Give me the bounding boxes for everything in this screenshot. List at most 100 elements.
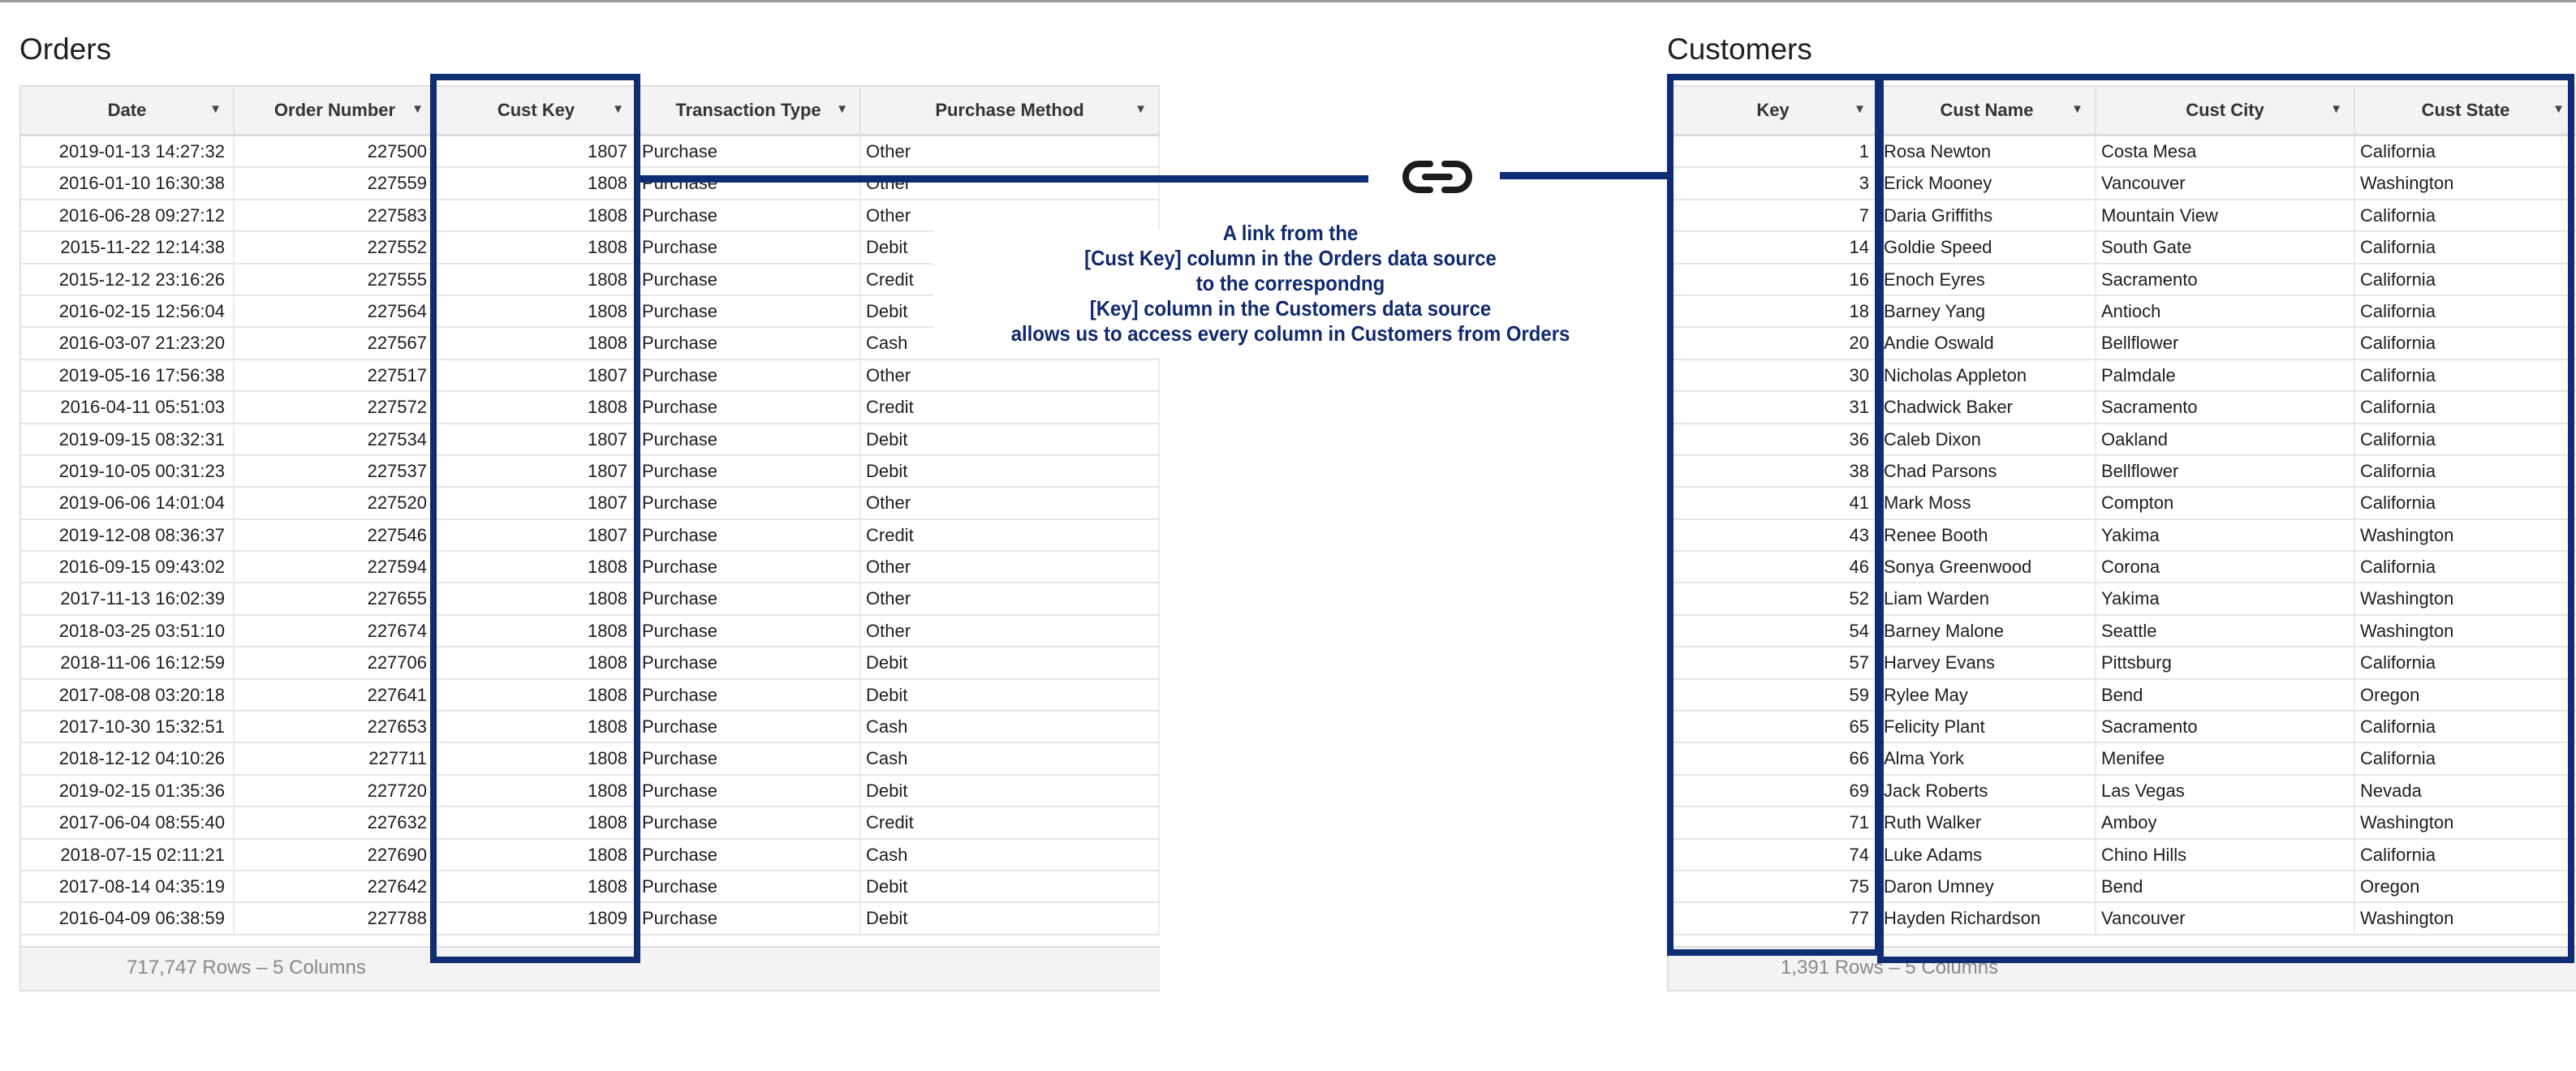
table-row[interactable]: 2019-09-15 08:32:31 227534 1807 Purchase Deb… bbox=[21, 424, 1160, 456]
orders-cell: Debit bbox=[861, 424, 1160, 454]
orders-cell: Purchase bbox=[637, 455, 861, 487]
orders-cell: 2019-12-08 08:36:37 bbox=[21, 519, 235, 551]
table-row[interactable]: 2016-04-11 05:51:03 227572 1808 Purchase Cre… bbox=[21, 392, 1160, 424]
table-row[interactable]: 2016-09-15 09:43:02 227594 1808 Purchase Oth… bbox=[21, 552, 1160, 584]
orders-cell: Purchase bbox=[637, 168, 861, 199]
table-row[interactable]: 52 Liam Warden Yakima Washington bbox=[1669, 583, 2576, 616]
orders-column-header[interactable]: Transaction Type ▼ bbox=[637, 87, 861, 134]
table-row[interactable]: 2017-08-14 04:35:19 227642 1808 Purchase Deb… bbox=[21, 871, 1160, 904]
orders-cell: 1808 bbox=[437, 392, 637, 423]
table-row[interactable]: 71 Ruth Walker Amboy Washington bbox=[1669, 807, 2576, 840]
table-row[interactable]: 41 Mark Moss Compton California bbox=[1669, 488, 2576, 520]
orders-cell: 1807 bbox=[437, 359, 637, 391]
table-row[interactable]: 3 Erick Mooney Vancouver Washington bbox=[1669, 168, 2576, 200]
orders-column-header[interactable]: Cust Key ▼ bbox=[437, 87, 637, 134]
orders-cell: 2017-08-14 04:35:19 bbox=[21, 871, 235, 902]
table-row[interactable]: 2019-01-13 14:27:32 227500 1807 Purchase Oth… bbox=[21, 136, 1160, 169]
orders-cell: 227546 bbox=[235, 519, 437, 551]
table-row[interactable]: 69 Jack Roberts Las Vegas Nevada bbox=[1669, 775, 2576, 808]
table-row[interactable]: 2019-06-06 14:01:04 227520 1807 Purchase Oth… bbox=[21, 488, 1160, 520]
orders-cell: 227572 bbox=[235, 392, 437, 423]
table-row[interactable]: 77 Hayden Richardson Vancouver Washington bbox=[1669, 903, 2576, 936]
customers-cell: 71 bbox=[1669, 807, 1879, 838]
orders-cell: 1809 bbox=[437, 903, 637, 934]
table-row[interactable]: 66 Alma York Menifee California bbox=[1669, 743, 2576, 776]
table-row[interactable]: 36 Caleb Dixon Oakland California bbox=[1669, 424, 2576, 456]
table-row[interactable]: 2019-12-08 08:36:37 227546 1807 Purchase Cre… bbox=[21, 519, 1160, 553]
table-row[interactable]: 65 Felicity Plant Sacramento California bbox=[1669, 712, 2576, 744]
table-row[interactable]: 46 Sonya Greenwood Corona California bbox=[1669, 552, 2576, 584]
sort-dropdown-icon[interactable]: ▼ bbox=[836, 102, 848, 116]
customers-cell: Vancouver bbox=[2096, 903, 2355, 934]
table-row[interactable]: 31 Chadwick Baker Sacramento California bbox=[1669, 392, 2576, 424]
table-row[interactable]: 2017-06-04 08:55:40 227632 1808 Purchase Cre… bbox=[21, 807, 1160, 840]
orders-cell: Purchase bbox=[637, 519, 861, 551]
table-row[interactable]: 2019-02-15 01:35:36 227720 1808 Purchase Deb… bbox=[21, 775, 1160, 808]
table-row[interactable]: 2017-10-30 15:32:51 227653 1808 Purchase Cas… bbox=[21, 712, 1160, 744]
orders-column-header[interactable]: Date ▼ bbox=[21, 87, 235, 134]
table-row[interactable]: 2018-07-15 02:11:21 227690 1808 Purchase Cas… bbox=[21, 839, 1160, 871]
sort-dropdown-icon[interactable]: ▼ bbox=[2552, 102, 2565, 116]
table-row[interactable]: 18 Barney Yang Antioch California bbox=[1669, 295, 2576, 329]
table-row[interactable]: 2018-03-25 03:51:10 227674 1808 Purchase Oth… bbox=[21, 615, 1160, 648]
table-row[interactable]: 57 Harvey Evans Pittsburg California bbox=[1669, 647, 2576, 680]
orders-cell: 227674 bbox=[235, 615, 437, 647]
customers-column-header[interactable]: Cust Name ▼ bbox=[1879, 87, 2096, 134]
table-row[interactable]: 38 Chad Parsons Bellflower California bbox=[1669, 455, 2576, 488]
orders-cell: 1808 bbox=[437, 712, 637, 742]
table-row[interactable]: 74 Luke Adams Chino Hills California bbox=[1669, 839, 2576, 871]
sort-dropdown-icon[interactable]: ▼ bbox=[1135, 102, 1147, 116]
customers-cell: Menifee bbox=[2096, 743, 2355, 774]
orders-cell: 227583 bbox=[235, 200, 437, 231]
orders-cell: 1808 bbox=[437, 839, 637, 870]
table-row[interactable]: 30 Nicholas Appleton Palmdale California bbox=[1669, 359, 2576, 393]
table-row[interactable]: 54 Barney Malone Seattle Washington bbox=[1669, 615, 2576, 648]
customers-body[interactable]: 1 Rosa Newton Costa Mesa California 3 Erick M… bbox=[1669, 136, 2576, 948]
orders-cell: Purchase bbox=[637, 200, 861, 231]
table-row[interactable]: 16 Enoch Eyres Sacramento California bbox=[1669, 264, 2576, 296]
table-row[interactable]: 2019-05-16 17:56:38 227517 1807 Purchase Oth… bbox=[21, 359, 1160, 393]
table-row[interactable]: 2016-04-09 06:38:59 227788 1809 Purchase Deb… bbox=[21, 903, 1160, 936]
customers-cell: 31 bbox=[1669, 392, 1879, 423]
table-row[interactable]: 20 Andie Oswald Bellflower California bbox=[1669, 328, 2576, 360]
table-row[interactable]: 1 Rosa Newton Costa Mesa California bbox=[1669, 136, 2576, 169]
customers-cell: 14 bbox=[1669, 232, 1879, 263]
customers-cell: Washington bbox=[2355, 520, 2576, 550]
sort-dropdown-icon[interactable]: ▼ bbox=[612, 102, 624, 116]
table-row[interactable]: 2016-01-10 16:30:38 227559 1808 Purchase Oth… bbox=[21, 168, 1160, 200]
sort-dropdown-icon[interactable]: ▼ bbox=[209, 102, 222, 116]
orders-column-header[interactable]: Purchase Method ▼ bbox=[861, 87, 1160, 134]
orders-footer: 717,747 Rows – 5 Columns bbox=[21, 946, 1160, 990]
customers-table[interactable]: Key ▼ Cust Name ▼ Cust City ▼ Cust State ▼ 1 Ros… bbox=[1667, 85, 2576, 991]
sort-dropdown-icon[interactable]: ▼ bbox=[2071, 102, 2083, 116]
customers-cell: Costa Mesa bbox=[2096, 136, 2355, 167]
customers-cell: Renee Booth bbox=[1879, 519, 2096, 551]
customers-column-header[interactable]: Cust City ▼ bbox=[2096, 87, 2355, 134]
orders-cell: 2016-04-11 05:51:03 bbox=[21, 392, 235, 423]
table-row[interactable]: 59 Rylee May Bend Oregon bbox=[1669, 679, 2576, 712]
table-row[interactable]: 75 Daron Umney Bend Oregon bbox=[1669, 871, 2576, 904]
orders-cell: Purchase bbox=[637, 328, 861, 359]
table-row[interactable]: 2018-11-06 16:12:59 227706 1808 Purchase Deb… bbox=[21, 647, 1160, 680]
orders-cell: 227500 bbox=[235, 136, 437, 167]
customers-cell: California bbox=[2355, 200, 2576, 230]
orders-cell: Other bbox=[861, 359, 1160, 391]
table-row[interactable]: 2017-11-13 16:02:39 227655 1808 Purchase Oth… bbox=[21, 583, 1160, 616]
orders-column-header[interactable]: Order Number ▼ bbox=[235, 87, 437, 134]
orders-cell: 227537 bbox=[235, 455, 437, 487]
customers-column-header[interactable]: Cust State ▼ bbox=[2355, 87, 2576, 134]
orders-cell: Other bbox=[861, 583, 1160, 614]
table-row[interactable]: 14 Goldie Speed South Gate California bbox=[1669, 232, 2576, 265]
orders-cell: 2016-09-15 09:43:02 bbox=[21, 552, 235, 583]
table-row[interactable]: 2018-12-12 04:10:26 227711 1808 Purchase Cas… bbox=[21, 743, 1160, 776]
table-row[interactable]: 7 Daria Griffiths Mountain View California bbox=[1669, 200, 2576, 233]
sort-dropdown-icon[interactable]: ▼ bbox=[411, 102, 424, 116]
table-row[interactable]: 2019-10-05 00:31:23 227537 1807 Purchase Deb… bbox=[21, 455, 1160, 488]
customers-column-header[interactable]: Key ▼ bbox=[1669, 87, 1879, 134]
table-row[interactable]: 43 Renee Booth Yakima Washington bbox=[1669, 519, 2576, 553]
orders-cell: 2019-02-15 01:35:36 bbox=[21, 775, 235, 806]
sort-dropdown-icon[interactable]: ▼ bbox=[2330, 102, 2342, 116]
sort-dropdown-icon[interactable]: ▼ bbox=[1854, 102, 1866, 116]
table-row[interactable]: 2017-08-08 03:20:18 227641 1808 Purchase Deb… bbox=[21, 679, 1160, 712]
annotation-line: allows us to access every column in Cust… bbox=[1010, 321, 1570, 346]
